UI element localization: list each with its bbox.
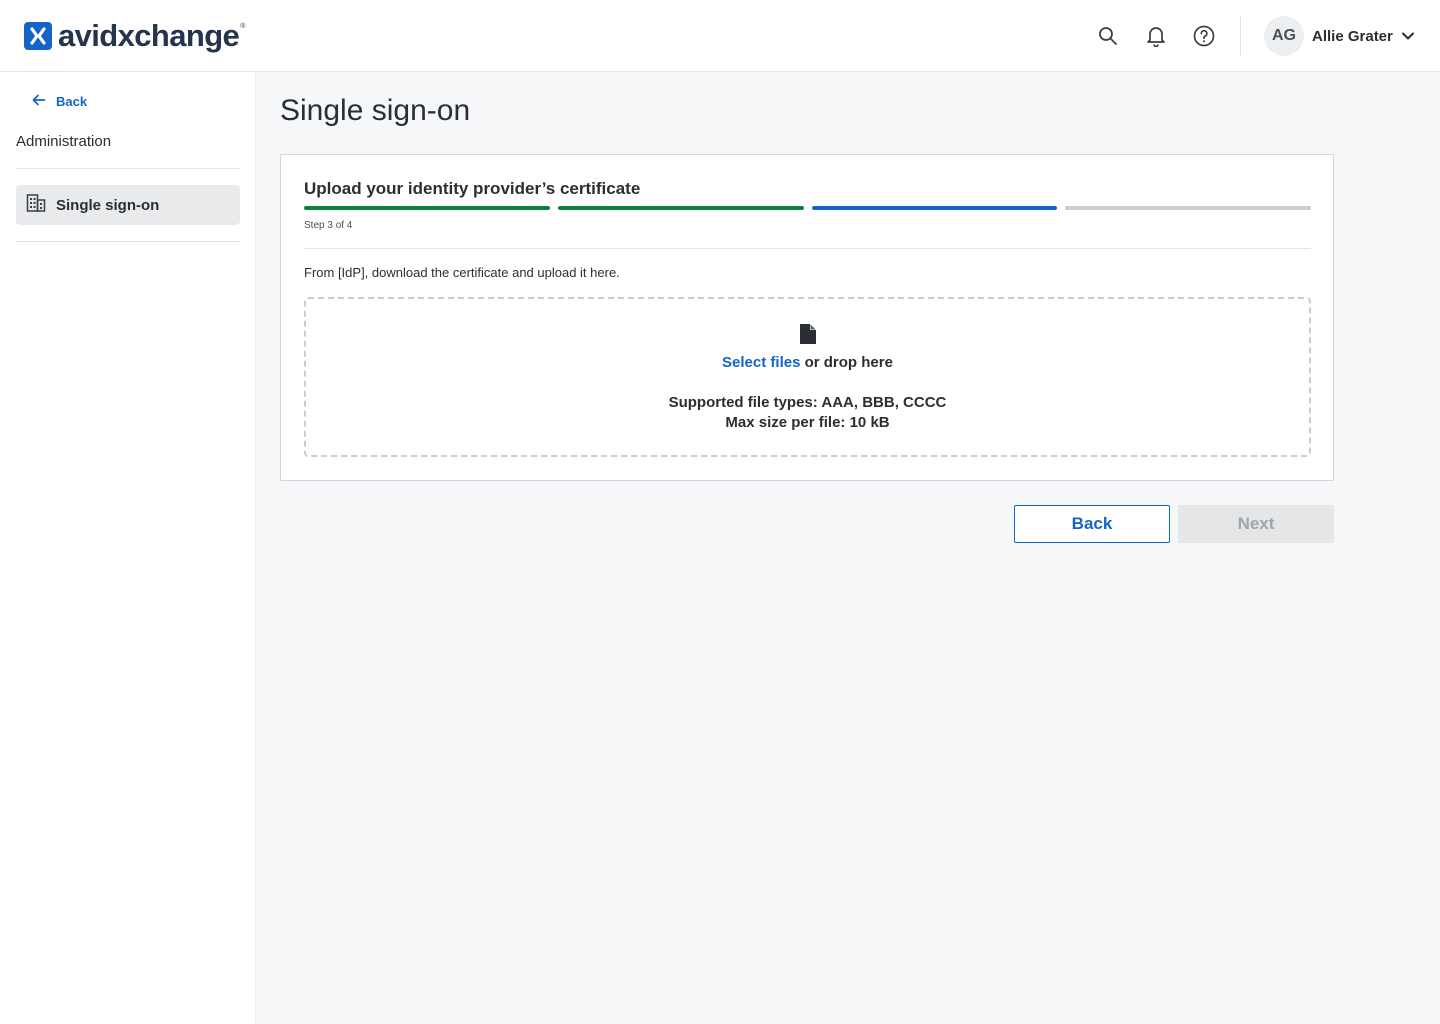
arrow-left-icon — [32, 94, 46, 109]
file-dropzone[interactable]: Select files or drop here Supported file… — [304, 297, 1311, 457]
step-progress-bar — [304, 206, 1311, 210]
divider — [304, 248, 1311, 249]
sidebar-item-single-sign-on[interactable]: Single sign-on — [16, 185, 240, 225]
page-title: Single sign-on — [280, 94, 471, 127]
sidebar-item-label: Single sign-on — [56, 196, 160, 214]
step-label: Step 3 of 4 — [304, 220, 353, 231]
sidebar: Back Administration Single sign-on — [0, 72, 256, 1024]
logo-text: avidxchange — [58, 18, 240, 53]
header-divider — [1240, 16, 1241, 56]
chevron-down-icon — [1401, 31, 1415, 41]
back-button[interactable]: Back — [1014, 505, 1170, 543]
upload-certificate-card: Upload your identity provider’s certific… — [280, 154, 1334, 481]
building-icon — [26, 193, 46, 218]
divider — [16, 241, 240, 242]
upload-instruction: From [IdP], download the certificate and… — [304, 265, 620, 280]
user-menu[interactable]: AG Allie Grater — [1264, 16, 1415, 56]
bell-icon[interactable] — [1144, 24, 1168, 48]
sidebar-heading: Administration — [16, 133, 112, 150]
card-title: Upload your identity provider’s certific… — [304, 179, 641, 198]
top-bar: avidxchange ® AG Allie Grater — [0, 0, 1440, 72]
dropzone-prompt: Select files or drop here — [306, 354, 1309, 371]
user-name: Allie Grater — [1312, 27, 1393, 45]
step-segment-current — [811, 206, 1058, 210]
next-button[interactable]: Next — [1178, 505, 1334, 543]
step-segment-complete — [304, 206, 550, 210]
step-segment-complete — [557, 206, 804, 210]
avidxchange-logo[interactable]: avidxchange ® — [24, 20, 245, 52]
sidebar-back-link[interactable]: Back — [32, 94, 87, 109]
step-segment-pending — [1065, 206, 1311, 210]
search-icon[interactable] — [1096, 24, 1120, 48]
logo-x-icon — [24, 22, 52, 50]
avatar: AG — [1264, 16, 1304, 56]
supported-file-types: Supported file types: AAA, BBB, CCCC — [668, 394, 947, 411]
drop-here-text: or drop here — [800, 354, 893, 371]
file-icon — [799, 323, 817, 345]
divider — [16, 168, 240, 169]
logo-registered-mark: ® — [240, 22, 246, 30]
help-icon[interactable] — [1192, 24, 1216, 48]
select-files-link[interactable]: Select files — [722, 354, 800, 371]
back-link-label: Back — [56, 94, 88, 109]
max-file-size: Max size per file: 10 kB — [725, 414, 890, 431]
